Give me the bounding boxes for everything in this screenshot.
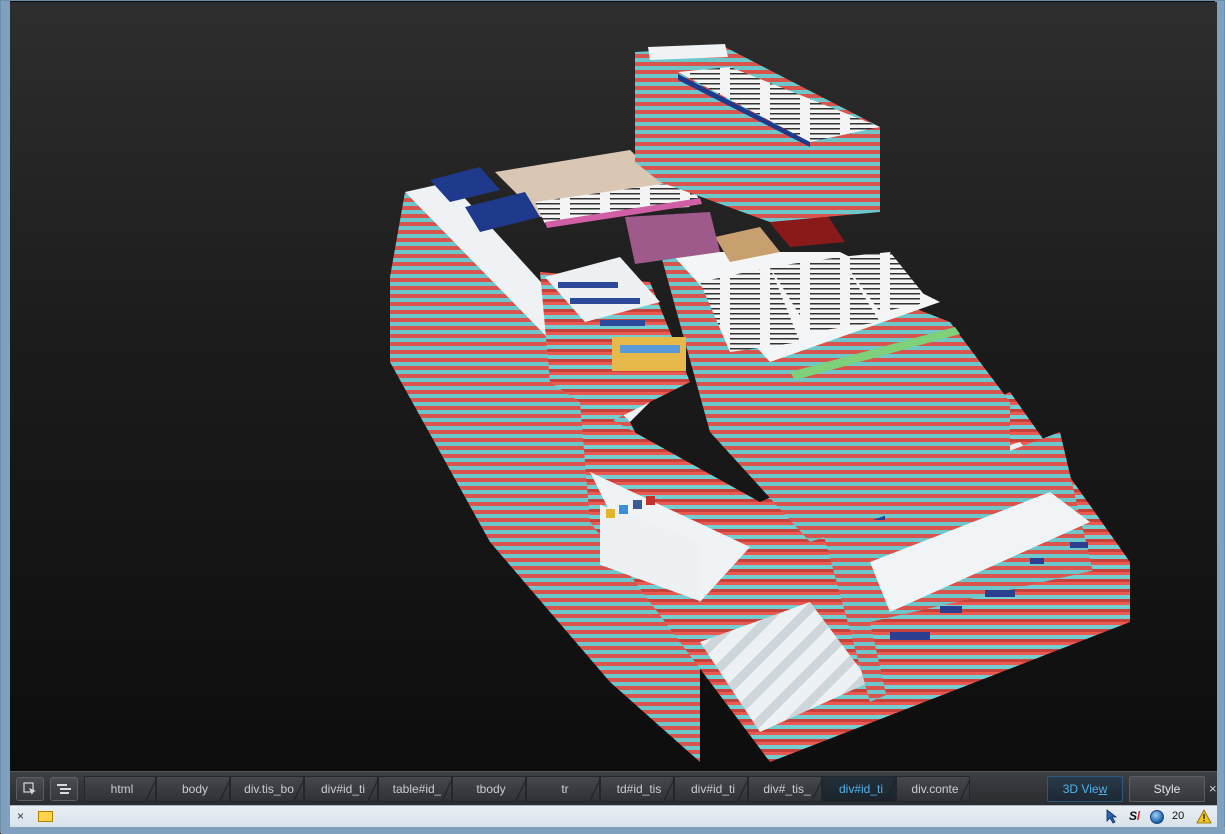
- 3d-view-accesskey: w: [1098, 782, 1108, 796]
- close-addon-bar-button[interactable]: ×: [17, 809, 24, 823]
- pointer-tool-icon[interactable]: [1105, 809, 1121, 825]
- breadcrumb-item-selected[interactable]: div#id_ti: [822, 775, 896, 802]
- meter-icon[interactable]: [38, 811, 53, 822]
- 3d-dom-visualization[interactable]: [10, 2, 1217, 771]
- tab-button: [558, 282, 618, 288]
- 3d-view-button[interactable]: 3D Vie w: [1047, 776, 1123, 802]
- style-label: Style: [1153, 782, 1181, 796]
- breadcrumb-item[interactable]: div.conte: [896, 775, 970, 802]
- devtools-toolbar: html body div.tis_bo div#id_ti table#id_…: [10, 771, 1217, 805]
- breadcrumb-item[interactable]: td#id_tis: [600, 775, 674, 802]
- breadcrumb-item[interactable]: div.tis_bo: [230, 775, 304, 802]
- nav-button: [1070, 542, 1088, 548]
- dom-tree-button[interactable]: [50, 776, 78, 801]
- breadcrumb-item[interactable]: html: [84, 775, 156, 802]
- window-left-border: [1, 1, 10, 834]
- breadcrumb: html body div.tis_bo div#id_ti table#id_…: [84, 775, 970, 802]
- globe-icon[interactable]: [1150, 810, 1164, 824]
- social-icon: [633, 500, 642, 509]
- social-icon: [606, 509, 615, 518]
- addon-count: 20: [1172, 810, 1185, 822]
- close-devtools-button[interactable]: ×: [1209, 781, 1217, 796]
- breadcrumb-item[interactable]: div#id_ti: [304, 775, 378, 802]
- breadcrumb-item[interactable]: table#id_: [378, 775, 452, 802]
- 3d-view-label: 3D Vie: [1062, 782, 1099, 796]
- dom-tree-icon: [57, 783, 71, 794]
- nav-button: [940, 606, 962, 613]
- tab-button: [570, 298, 640, 304]
- breadcrumb-item[interactable]: div#_tis_: [748, 775, 822, 802]
- breadcrumb-item[interactable]: div#id_ti: [674, 775, 748, 802]
- nav-button: [890, 632, 930, 640]
- close-icon: ×: [1209, 781, 1217, 796]
- breadcrumb-item[interactable]: tr: [526, 775, 600, 802]
- select-element-icon: [23, 781, 36, 795]
- breadcrumb-item[interactable]: body: [156, 775, 230, 802]
- 3d-dom-viewport[interactable]: [10, 2, 1217, 771]
- icon-grid: [620, 345, 680, 353]
- devtools-3d-view-window: html body div.tis_bo div#id_ti table#id_…: [0, 0, 1225, 834]
- social-icon: [646, 496, 655, 505]
- warning-icon[interactable]: [1196, 809, 1212, 824]
- addon-s-icon[interactable]: S/: [1129, 809, 1140, 823]
- social-icon: [619, 505, 628, 514]
- nav-button: [985, 590, 1015, 597]
- status-bar: × S/ 20: [10, 805, 1217, 827]
- icon-grid: [612, 337, 686, 371]
- select-element-button[interactable]: [16, 776, 44, 801]
- close-icon: ×: [17, 809, 25, 823]
- tab-button: [600, 320, 645, 326]
- nav-button: [1030, 558, 1044, 564]
- breadcrumb-item[interactable]: tbody: [452, 775, 526, 802]
- style-button[interactable]: Style: [1129, 776, 1205, 802]
